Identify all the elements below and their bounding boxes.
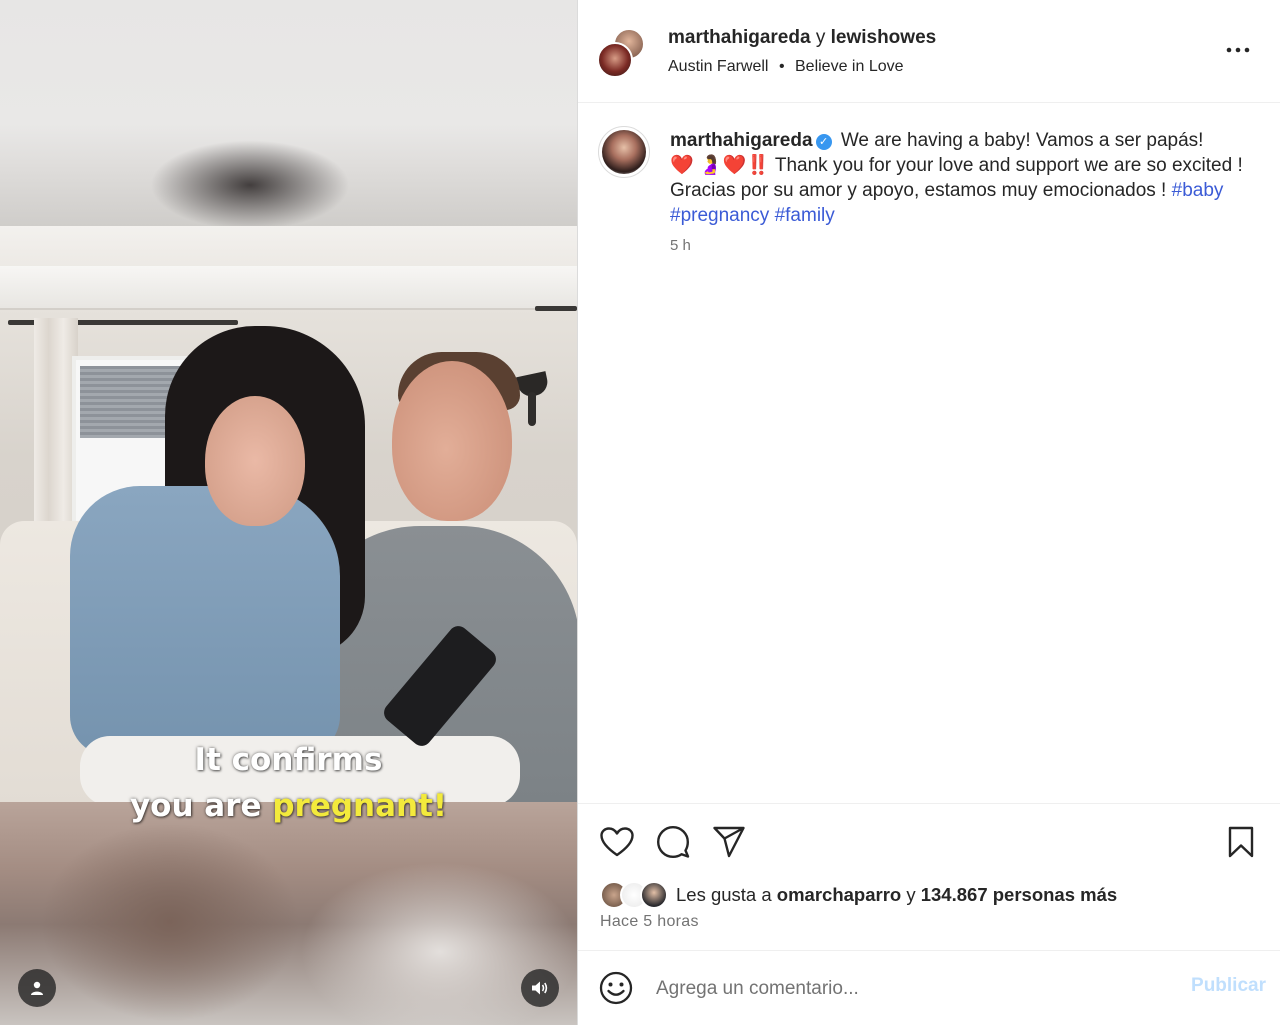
save-button[interactable] bbox=[1222, 823, 1260, 861]
hashtag-link[interactable]: #pregnancy bbox=[670, 205, 769, 226]
liker-avatars[interactable] bbox=[600, 881, 672, 909]
post-header: marthahigareda y lewishowes Austin Farwe… bbox=[578, 0, 1280, 103]
likes-summary: Les gusta a omarchaparro y 134.867 perso… bbox=[600, 880, 1117, 910]
post-time-ago[interactable]: Hace 5 horas bbox=[600, 913, 699, 931]
video-blur-bottom bbox=[0, 802, 577, 1025]
caption-text-block: marthahigareda ✓ We are having a baby! Va… bbox=[670, 128, 1250, 228]
emoji-icon bbox=[599, 971, 633, 1005]
comment-icon bbox=[657, 826, 690, 858]
video-player[interactable]: It confirms you are pregnant! bbox=[0, 0, 577, 1025]
caption-emojis: ❤️ 🤰❤️‼️ bbox=[670, 155, 770, 176]
video-caption-line-1: It confirms bbox=[194, 742, 383, 778]
comment-button[interactable] bbox=[654, 823, 692, 861]
caption-highlight: pregnant! bbox=[272, 788, 448, 824]
author-link-2[interactable]: lewishowes bbox=[831, 27, 937, 48]
author-link-1[interactable]: marthahigareda bbox=[668, 27, 811, 48]
more-options-button[interactable] bbox=[1218, 36, 1258, 64]
share-button[interactable] bbox=[710, 823, 748, 861]
audio-separator: • bbox=[778, 58, 785, 75]
post-actions: Les gusta a omarchaparro y 134.867 perso… bbox=[578, 803, 1280, 951]
comment-input[interactable] bbox=[656, 973, 1156, 1005]
add-comment-bar: Publicar bbox=[578, 951, 1280, 1025]
caption-timestamp[interactable]: 5 h bbox=[670, 237, 691, 254]
more-icon bbox=[1226, 47, 1250, 53]
audio-title-link[interactable]: Believe in Love bbox=[795, 58, 904, 75]
likes-prefix: Les gusta a bbox=[676, 884, 772, 905]
others-likes-link[interactable]: 134.867 personas más bbox=[921, 884, 1117, 906]
like-button[interactable] bbox=[598, 823, 636, 861]
post-caption: marthahigareda ✓ We are having a baby! Va… bbox=[578, 103, 1280, 803]
user-icon bbox=[31, 981, 43, 995]
audio-info: Austin Farwell • Believe in Love bbox=[668, 58, 904, 76]
video-caption-line-2: you are pregnant! bbox=[0, 788, 577, 824]
heart-icon bbox=[600, 827, 634, 857]
caption-avatar[interactable] bbox=[598, 126, 650, 178]
bookmark-icon bbox=[1228, 826, 1254, 858]
post-authors: marthahigareda y lewishowes bbox=[668, 27, 936, 49]
video-blur-top bbox=[0, 0, 577, 230]
verified-badge-icon: ✓ bbox=[815, 134, 832, 150]
caption-line-a: We are having a baby! Vamos a ser papás! bbox=[840, 130, 1204, 151]
tagged-people-button[interactable] bbox=[18, 969, 56, 1007]
first-liker-link[interactable]: omarchaparro bbox=[777, 884, 901, 906]
avatar-marthahigareda[interactable] bbox=[597, 42, 633, 78]
speaker-icon bbox=[532, 981, 548, 995]
caption-username[interactable]: marthahigareda bbox=[670, 130, 813, 151]
post-details-panel: marthahigareda y lewishowes Austin Farwe… bbox=[578, 0, 1280, 1025]
video-frame bbox=[0, 226, 577, 811]
audio-toggle-button[interactable] bbox=[521, 969, 559, 1007]
hashtag-link[interactable]: #family bbox=[775, 205, 835, 226]
author-joiner: y bbox=[815, 27, 826, 48]
caption-text: you are bbox=[129, 788, 262, 824]
emoji-button[interactable] bbox=[599, 971, 633, 1005]
likes-joiner: y bbox=[906, 884, 916, 905]
audio-artist-link[interactable]: Austin Farwell bbox=[668, 58, 768, 75]
share-icon bbox=[713, 826, 745, 858]
hashtag-link[interactable]: #baby bbox=[1172, 180, 1224, 201]
publish-button[interactable]: Publicar bbox=[1168, 975, 1266, 997]
collab-avatars[interactable] bbox=[597, 28, 649, 78]
